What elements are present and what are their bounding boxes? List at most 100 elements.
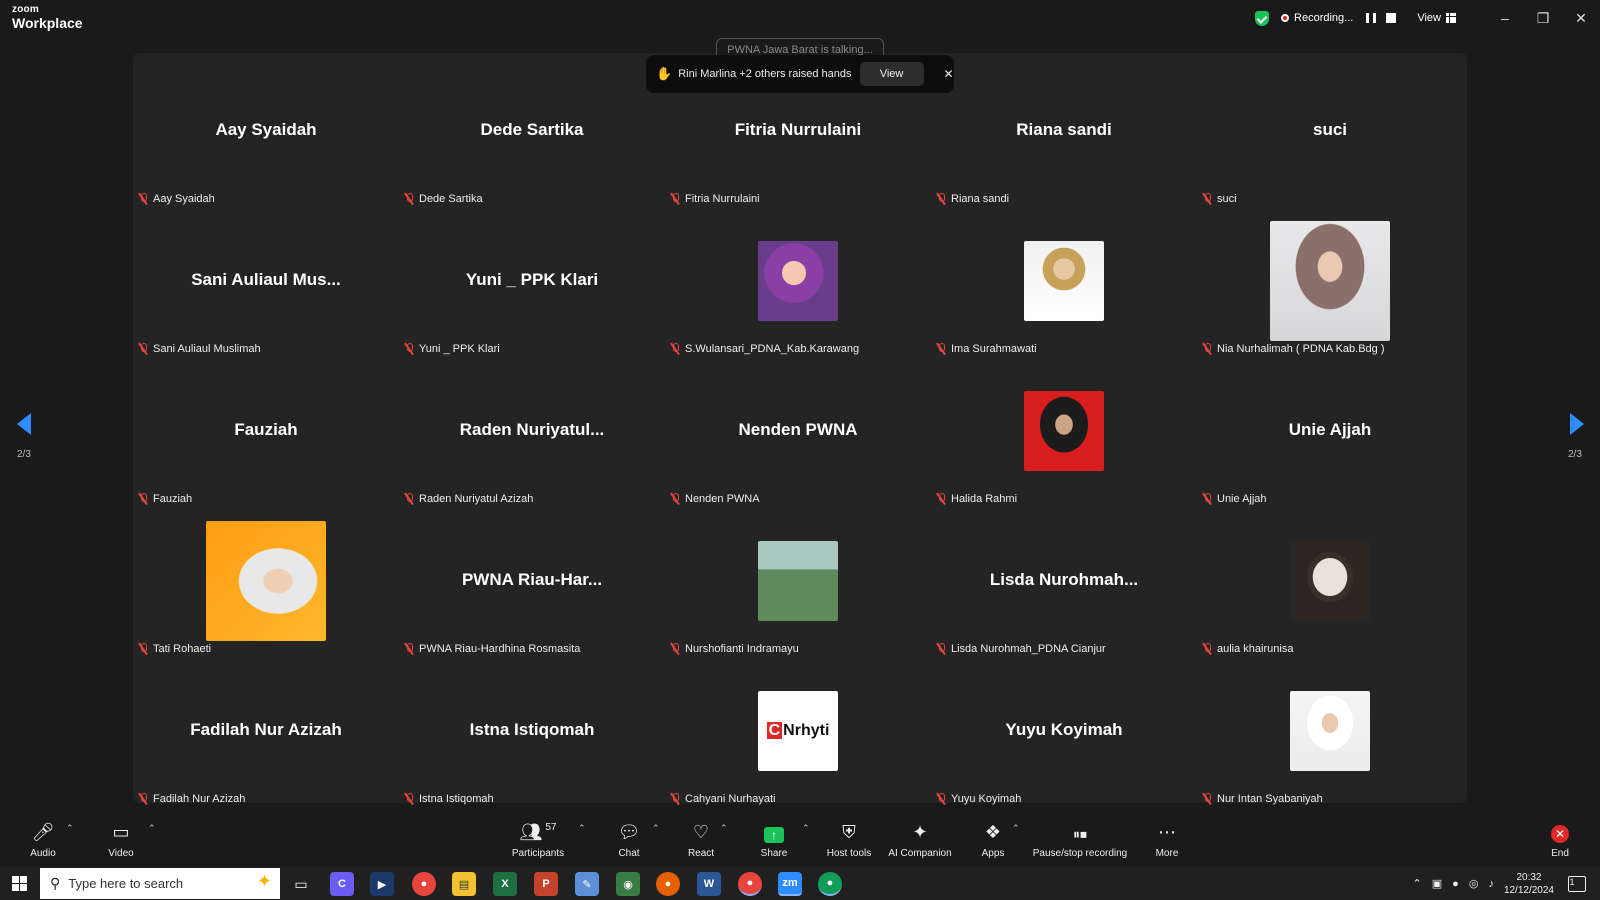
participant-tile[interactable]: C Nrhyti Cahyani Nurhayati bbox=[665, 660, 931, 810]
participant-name-label: PWNA Riau-Hardhina Rosmasita bbox=[404, 643, 580, 655]
share-screen-icon: ↑ bbox=[764, 827, 784, 843]
more-button[interactable]: ⋯ More bbox=[1152, 817, 1182, 867]
participant-tile[interactable]: S.Wulansari_PDNA_Kab.Karawang bbox=[665, 210, 931, 360]
tray-expand-icon[interactable]: ⌃ bbox=[1413, 877, 1422, 890]
participant-tile[interactable]: Istna Istiqomah Istna Istiqomah bbox=[399, 660, 665, 810]
zoom-taskbar-icon[interactable]: zm bbox=[778, 872, 802, 896]
muted-microphone-icon bbox=[1202, 793, 1212, 805]
participant-name: Istna Istiqomah bbox=[419, 793, 494, 805]
firefox-icon[interactable]: ● bbox=[656, 872, 680, 896]
windows-start-icon[interactable] bbox=[12, 876, 27, 891]
previous-page-arrow-icon[interactable] bbox=[17, 413, 31, 435]
participant-tile[interactable]: Tati Rohaeti bbox=[133, 510, 399, 660]
participant-tile[interactable]: Yuyu Koyimah Yuyu Koyimah bbox=[931, 660, 1197, 810]
participant-tile[interactable]: Riana sandi Riana sandi bbox=[931, 60, 1197, 210]
view-button[interactable]: View bbox=[1417, 12, 1456, 24]
chat-button[interactable]: 💬︎ Chat bbox=[614, 817, 644, 867]
react-caret-icon[interactable]: ⌃ bbox=[720, 823, 728, 834]
react-button[interactable]: ♡ React bbox=[684, 817, 718, 867]
participant-name-label: Fadilah Nur Azizah bbox=[138, 793, 245, 805]
close-icon[interactable]: ✕ bbox=[1562, 0, 1600, 36]
participant-tile[interactable]: Nur Intan Syabaniyah bbox=[1197, 660, 1463, 810]
excel-icon[interactable]: X bbox=[493, 872, 517, 896]
encryption-shield-icon[interactable] bbox=[1255, 10, 1270, 26]
chat-caret-icon[interactable]: ⌃ bbox=[652, 823, 660, 834]
next-page-arrow-icon[interactable] bbox=[1570, 413, 1584, 435]
host-tools-button[interactable]: ⛨ Host tools bbox=[824, 817, 874, 867]
participant-tile[interactable]: Nenden PWNA Nenden PWNA bbox=[665, 360, 931, 510]
muted-microphone-icon bbox=[936, 493, 946, 505]
muted-microphone-icon bbox=[670, 643, 680, 655]
meet-now-icon[interactable]: ▣ bbox=[1432, 877, 1442, 890]
participant-tile[interactable]: Unie Ajjah Unie Ajjah bbox=[1197, 360, 1463, 510]
chrome-profile-icon[interactable]: ● bbox=[818, 872, 842, 896]
participant-name: suci bbox=[1217, 193, 1237, 205]
participant-name-label: Fauziah bbox=[138, 493, 192, 505]
more-icon: ⋯ bbox=[1158, 822, 1176, 842]
file-explorer-icon[interactable]: ▤ bbox=[452, 872, 476, 896]
participant-tile[interactable]: PWNA Riau-Har... PWNA Riau-Hardhina Rosma… bbox=[399, 510, 665, 660]
participant-tile[interactable]: Halida Rahmi bbox=[931, 360, 1197, 510]
participant-tile[interactable]: Aay Syaidah Aay Syaidah bbox=[133, 60, 399, 210]
participant-tile[interactable]: Ima Surahmawati bbox=[931, 210, 1197, 360]
share-button[interactable]: ↑ Share bbox=[756, 817, 792, 867]
restore-icon[interactable]: ❐ bbox=[1524, 0, 1562, 36]
participant-name-label: Yuyu Koyimah bbox=[936, 793, 1021, 805]
pause-recording-icon[interactable] bbox=[1366, 13, 1377, 23]
participant-tile[interactable]: Fadilah Nur Azizah Fadilah Nur Azizah bbox=[133, 660, 399, 810]
copilot-icon[interactable]: C bbox=[330, 872, 354, 896]
end-button[interactable]: ✕ End bbox=[1546, 817, 1574, 867]
app-icon[interactable]: ◉ bbox=[616, 872, 640, 896]
end-icon: ✕ bbox=[1551, 825, 1569, 843]
word-icon[interactable]: W bbox=[697, 872, 721, 896]
pause-stop-recording-button[interactable]: ⏸⏹ Pause/stop recording bbox=[1030, 817, 1130, 867]
taskbar-search-box[interactable]: ⚲ Type here to search ✦ bbox=[40, 868, 280, 899]
participants-button[interactable]: 👥︎ 57 Participants bbox=[510, 817, 566, 867]
participants-caret-icon[interactable]: ⌃ bbox=[578, 823, 586, 834]
logo-top: zoom bbox=[12, 4, 39, 15]
share-caret-icon[interactable]: ⌃ bbox=[802, 823, 810, 834]
participant-name-label: Ima Surahmawati bbox=[936, 343, 1037, 355]
volume-icon[interactable]: ♪ bbox=[1488, 878, 1494, 890]
participant-tile[interactable]: Dede Sartika Dede Sartika bbox=[399, 60, 665, 210]
participant-name: S.Wulansari_PDNA_Kab.Karawang bbox=[685, 343, 860, 355]
audio-options-caret-icon[interactable]: ⌃ bbox=[66, 823, 74, 834]
participant-tile[interactable]: aulia khairunisa bbox=[1197, 510, 1463, 660]
audio-button[interactable]: 🎤︎ Audio bbox=[26, 817, 60, 867]
notification-icon[interactable]: 1 bbox=[1568, 875, 1586, 892]
participant-tile[interactable]: Nia Nurhalimah ( PDNA Kab.Bdg ) bbox=[1197, 210, 1463, 360]
participant-display-name: Fadilah Nur Azizah bbox=[190, 720, 342, 739]
video-options-caret-icon[interactable]: ⌃ bbox=[148, 823, 156, 834]
chat-label: Chat bbox=[618, 848, 640, 859]
microphone-tray-icon[interactable]: ● bbox=[1452, 878, 1459, 890]
powerpoint-icon[interactable]: P bbox=[534, 872, 558, 896]
participant-tile[interactable]: Sani Auliaul Mus... Sani Auliaul Muslimah bbox=[133, 210, 399, 360]
clock[interactable]: 20:32 12/12/2024 bbox=[1504, 871, 1554, 897]
participant-name-label: Nenden PWNA bbox=[670, 493, 760, 505]
task-view-icon[interactable]: ▭ bbox=[289, 872, 313, 896]
video-button[interactable]: ▭ Video bbox=[104, 817, 138, 867]
participant-tile[interactable]: Nurshofianti Indramayu bbox=[665, 510, 931, 660]
participant-tile[interactable]: Fitria Nurrulaini Fitria Nurrulaini bbox=[665, 60, 931, 210]
apps-button[interactable]: ❖ Apps bbox=[978, 817, 1008, 867]
muted-microphone-icon bbox=[1202, 643, 1212, 655]
pause-stop-label: Pause/stop recording bbox=[1032, 848, 1128, 859]
chrome-icon[interactable]: ● bbox=[412, 872, 436, 896]
participant-tile[interactable]: suci suci bbox=[1197, 60, 1463, 210]
participant-tile[interactable]: Yuni _ PPK Klari Yuni _ PPK Klari bbox=[399, 210, 665, 360]
participant-tile[interactable]: Raden Nuriyatul... Raden Nuriyatul Azizah bbox=[399, 360, 665, 510]
participants-label: Participants bbox=[511, 848, 565, 859]
stop-recording-icon[interactable] bbox=[1386, 13, 1397, 23]
notepad-icon[interactable]: ✎ bbox=[575, 872, 599, 896]
chrome-active-icon[interactable]: ● bbox=[738, 872, 762, 896]
ai-companion-button[interactable]: ✦ AI Companion bbox=[884, 817, 956, 867]
network-icon[interactable]: ◎ bbox=[1469, 877, 1479, 890]
participant-name: Fadilah Nur Azizah bbox=[153, 793, 246, 805]
participant-tile[interactable]: Fauziah Fauziah bbox=[133, 360, 399, 510]
participant-tile[interactable]: Lisda Nurohmah... Lisda Nurohmah_PDNA Cia… bbox=[931, 510, 1197, 660]
muted-microphone-icon bbox=[138, 193, 148, 205]
apps-caret-icon[interactable]: ⌃ bbox=[1012, 823, 1020, 834]
media-app-icon[interactable]: ▶ bbox=[370, 872, 394, 896]
participant-name-label: Riana sandi bbox=[936, 193, 1009, 205]
minimize-icon[interactable]: – bbox=[1486, 0, 1524, 36]
